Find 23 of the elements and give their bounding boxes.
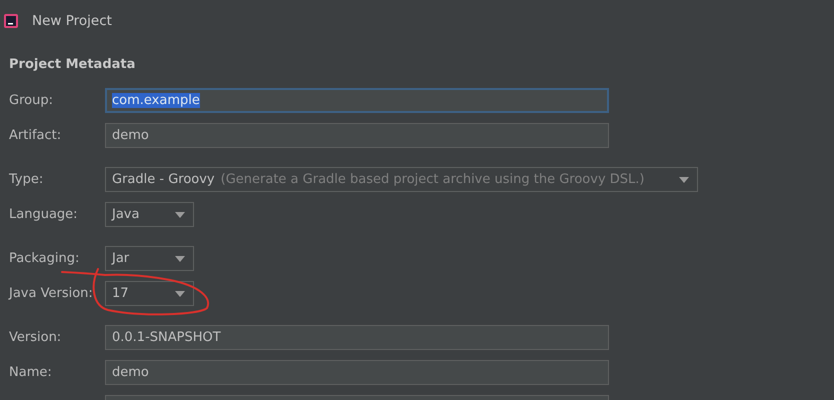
- caret-icon: [175, 290, 185, 296]
- field-label: Packaging:: [8, 251, 80, 266]
- field-label: Java Version:: [7, 286, 94, 301]
- dropdown[interactable]: Java: [105, 202, 194, 227]
- dropdown[interactable]: Jar: [105, 246, 194, 271]
- field-label: Group:: [8, 93, 54, 108]
- field-label: Name:: [8, 365, 53, 380]
- field-label: Language:: [8, 207, 79, 222]
- caret-icon: [175, 256, 185, 262]
- dropdown[interactable]: Gradle - Groovy (Generate a Gradle based project archive using the Groovy DSL.): [105, 167, 698, 192]
- dropdown[interactable]: 17: [105, 281, 194, 306]
- section-title: Project Metadata: [9, 56, 136, 74]
- field-label: Type:: [8, 172, 44, 187]
- caret-icon: [175, 212, 185, 218]
- text-field[interactable]: demo: [105, 123, 609, 148]
- field-label: Artifact:: [8, 128, 62, 143]
- window-title: New Project: [32, 13, 112, 29]
- caret-icon: [678, 176, 688, 182]
- field-label: Version:: [8, 330, 62, 345]
- app-logo-icon: [4, 14, 18, 28]
- text-field[interactable]: com.example: [105, 88, 609, 113]
- text-field[interactable]: demo: [105, 360, 609, 385]
- text-field[interactable]: 0.0.1-SNAPSHOT: [105, 325, 609, 350]
